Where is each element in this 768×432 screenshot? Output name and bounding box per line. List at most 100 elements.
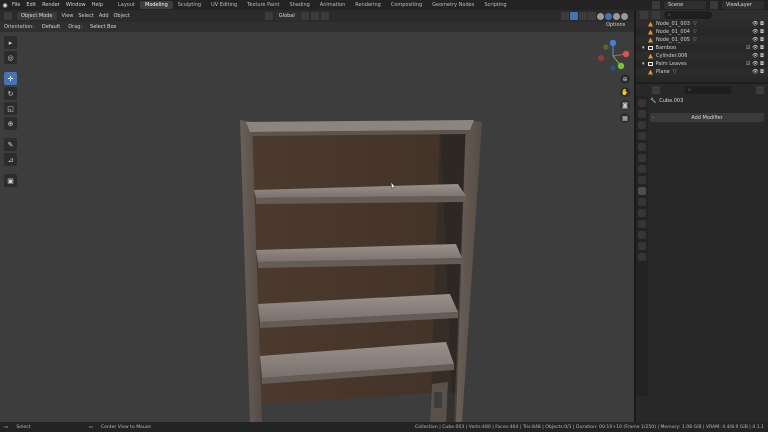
view-layer-tab-icon[interactable] (638, 132, 646, 140)
scene-tab-icon[interactable] (638, 143, 646, 151)
outliner-search-input[interactable]: ⌕ (664, 11, 712, 19)
gizmo-neg-y-icon[interactable] (603, 44, 609, 50)
options-dropdown[interactable]: Options (606, 22, 625, 28)
outliner-row[interactable]: Cylinder.006 👁 ◘ (636, 52, 768, 60)
gizmo-y-axis-icon[interactable] (617, 62, 625, 70)
output-tab-icon[interactable] (638, 121, 646, 129)
pan-hand-icon[interactable]: ✋ (620, 87, 630, 97)
menu-select[interactable]: Select (78, 13, 93, 19)
menu-window[interactable]: Window (66, 2, 86, 8)
overlay-toggle-icon[interactable] (579, 12, 587, 20)
gizmo-neg-z-icon[interactable] (610, 65, 616, 71)
expand-chevron-icon[interactable]: ▾ (642, 45, 645, 51)
visibility-icons[interactable]: ☑ 👁 ◘ (746, 45, 764, 51)
modifier-tab-icon[interactable] (638, 187, 646, 195)
proportional-edit-icon[interactable] (320, 12, 329, 20)
menu-object[interactable]: Object (114, 13, 130, 19)
menu-view[interactable]: View (62, 13, 74, 19)
visibility-icons[interactable]: 👁 ◘ (752, 37, 764, 43)
outliner-row[interactable]: ▾ Bamboo ☑ 👁 ◘ (636, 44, 768, 52)
visibility-icons[interactable]: 👁 ◘ (752, 29, 764, 35)
wireframe-shading-icon[interactable] (597, 12, 604, 20)
tab-animation[interactable]: Animation (315, 1, 351, 9)
bookshelf-model[interactable] (0, 32, 634, 422)
visibility-icons[interactable]: ☑ 👁 ◘ (746, 61, 764, 67)
constraints-tab-icon[interactable] (638, 220, 646, 228)
pin-icon[interactable] (756, 86, 764, 94)
tab-scripting[interactable]: Scripting (479, 1, 511, 9)
annotate-tool-icon[interactable]: ✎ (4, 138, 17, 151)
solid-shading-icon[interactable] (605, 12, 612, 20)
rendered-shading-icon[interactable] (621, 12, 628, 20)
outliner-row[interactable]: ▾ Palm Leaves ☑ 👁 ◘ (636, 60, 768, 68)
tab-uv-editing[interactable]: UV Editing (206, 1, 242, 9)
navigation-gizmo[interactable] (595, 38, 631, 74)
drag-dropdown[interactable]: Select Box (86, 23, 121, 31)
material-tab-icon[interactable] (638, 242, 646, 250)
visibility-icons[interactable]: 👁 ◘ (752, 21, 764, 27)
outliner-row[interactable]: Node_01_003 ▽ 👁 ◘ (636, 20, 768, 28)
menu-render[interactable]: Render (42, 2, 60, 8)
tab-modeling[interactable]: Modeling (140, 1, 173, 9)
xray-toggle-icon[interactable] (588, 12, 596, 20)
view-layer-field[interactable]: ViewLayer (722, 1, 764, 9)
tab-texture-paint[interactable]: Texture Paint (242, 1, 284, 9)
cursor-tool-icon[interactable]: ◎ (4, 51, 17, 64)
orientation-dropdown[interactable]: Default (37, 23, 65, 31)
pivot-icon[interactable] (300, 12, 309, 20)
tab-sculpting[interactable]: Sculpting (173, 1, 206, 9)
tab-shading[interactable]: Shading (284, 1, 314, 9)
menu-help[interactable]: Help (92, 2, 103, 8)
gizmo-z-axis-icon[interactable] (609, 39, 617, 47)
outliner-row[interactable]: Plane ▽ 👁 ◘ (636, 68, 768, 76)
transform-orientation-dropdown[interactable]: Global (274, 12, 299, 20)
physics-tab-icon[interactable] (638, 209, 646, 217)
particles-tab-icon[interactable] (638, 198, 646, 206)
visibility-icons[interactable]: 👁 ◘ (752, 53, 764, 59)
rotate-tool-icon[interactable]: ↻ (4, 87, 17, 100)
tab-geometry-nodes[interactable]: Geometry Nodes (427, 1, 479, 9)
add-cube-tool-icon[interactable]: ▣ (4, 174, 17, 187)
visibility-icons[interactable]: 👁 ◘ (752, 69, 764, 75)
tool-tab-icon[interactable] (638, 99, 646, 107)
outliner-row[interactable]: Node_01_004 ▽ 👁 ◘ (636, 28, 768, 36)
render-tab-icon[interactable] (638, 110, 646, 118)
transform-tool-icon[interactable]: ⊕ (4, 117, 17, 130)
snap-icon[interactable] (310, 12, 319, 20)
outliner-row[interactable]: Node_01_005 ▽ 👁 ◘ (636, 36, 768, 44)
filter-icon[interactable] (652, 11, 660, 19)
world-tab-icon[interactable] (638, 154, 646, 162)
blender-logo-icon[interactable]: ◉ (0, 0, 10, 10)
menu-add[interactable]: Add (99, 13, 109, 19)
measure-tool-icon[interactable]: ⊿ (4, 153, 17, 166)
visibility-icon[interactable] (561, 12, 569, 20)
mode-dropdown[interactable]: Object Mode (17, 12, 57, 20)
scale-tool-icon[interactable]: ◱ (4, 102, 17, 115)
expand-chevron-icon[interactable]: ▾ (642, 61, 645, 67)
tab-compositing[interactable]: Compositing (386, 1, 427, 9)
select-box-tool-icon[interactable]: ▸ (4, 36, 17, 49)
gizmo-x-axis-icon[interactable] (622, 50, 630, 58)
outliner-editor-icon[interactable] (640, 11, 648, 19)
tab-layout[interactable]: Layout (113, 1, 140, 9)
object-tab-icon[interactable] (638, 176, 646, 184)
3d-viewport[interactable] (0, 32, 634, 422)
menu-edit[interactable]: Edit (26, 2, 36, 8)
material-shading-icon[interactable] (613, 12, 620, 20)
collection-tab-icon[interactable] (638, 165, 646, 173)
properties-search-input[interactable]: ⌕ (684, 86, 732, 94)
gizmo-toggle-icon[interactable] (570, 12, 578, 20)
zoom-icon[interactable]: ⊕ (620, 74, 630, 84)
perspective-toggle-icon[interactable]: ▦ (620, 113, 630, 123)
tab-rendering[interactable]: Rendering (350, 1, 386, 9)
editor-type-icon[interactable] (4, 12, 12, 20)
texture-tab-icon[interactable] (638, 253, 646, 261)
properties-editor-icon[interactable] (652, 86, 660, 94)
menu-file[interactable]: File (12, 2, 20, 8)
camera-view-icon[interactable]: ◙ (620, 100, 630, 110)
data-tab-icon[interactable] (638, 231, 646, 239)
gizmo-neg-x-icon[interactable] (597, 54, 605, 62)
move-tool-icon[interactable]: ✛ (4, 72, 17, 85)
add-modifier-button[interactable]: › Add Modifier (650, 113, 764, 122)
scene-field[interactable]: Scene (664, 1, 706, 9)
